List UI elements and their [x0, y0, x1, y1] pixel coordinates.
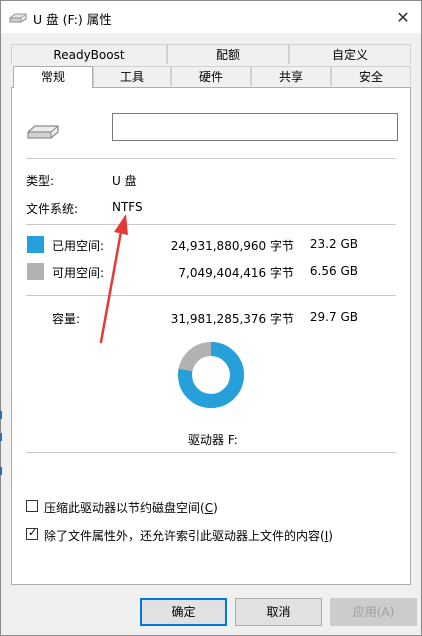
window-title: U 盘 (F:) 属性: [33, 12, 112, 27]
tab-customize[interactable]: 自定义: [289, 44, 411, 64]
separator: [26, 158, 396, 159]
tab-quota[interactable]: 配额: [167, 44, 289, 64]
drive-caption: 驱动器 F:: [188, 433, 238, 447]
free-space-bytes: 7,049,404,416 字节: [178, 266, 294, 280]
compress-checkbox[interactable]: [26, 500, 38, 512]
tab-general[interactable]: 常规: [13, 66, 93, 88]
apply-button[interactable]: 应用(A): [330, 598, 417, 626]
separator: [26, 295, 396, 296]
general-tab-panel: 类型: U 盘 文件系统: NTFS 已用空间: 24,931,880,960 …: [11, 87, 411, 585]
index-label[interactable]: 除了文件属性外，还允许索引此驱动器上文件的内容(I): [44, 527, 333, 544]
free-space-size: 6.56 GB: [309, 264, 358, 278]
free-space-label: 可用空间:: [52, 266, 105, 280]
filesystem-value: NTFS: [112, 200, 143, 214]
used-space-size: 23.2 GB: [309, 237, 358, 251]
cancel-button[interactable]: 取消: [235, 598, 322, 626]
disk-usage-donut: [178, 342, 244, 408]
filesystem-label: 文件系统:: [26, 202, 79, 216]
tab-readyboost[interactable]: ReadyBoost: [11, 44, 167, 64]
background-window-edge: [0, 433, 2, 441]
tab-sharing[interactable]: 共享: [251, 66, 331, 86]
close-icon: ✕: [396, 7, 410, 27]
background-window-edge: [0, 467, 2, 475]
properties-window: U 盘 (F:) 属性 ✕ ReadyBoost 配额 自定义 常规 工具 硬件…: [0, 0, 422, 636]
index-checkbox[interactable]: ✓: [26, 526, 38, 540]
capacity-bytes: 31,981,285,376 字节: [170, 312, 294, 326]
used-space-swatch: [27, 236, 44, 253]
type-value: U 盘: [112, 174, 137, 188]
tab-hardware[interactable]: 硬件: [171, 66, 251, 86]
free-space-swatch: [27, 263, 44, 280]
usb-drive-icon: [27, 125, 59, 139]
tab-tools[interactable]: 工具: [93, 66, 171, 86]
separator: [26, 224, 396, 225]
used-space-label: 已用空间:: [52, 239, 105, 253]
checkmark-icon: ✓: [28, 526, 38, 539]
background-window-edge: [0, 411, 2, 419]
compress-label[interactable]: 压缩此驱动器以节约磁盘空间(C): [44, 499, 218, 516]
close-button[interactable]: ✕: [391, 5, 415, 29]
ok-button[interactable]: 确定: [140, 598, 227, 626]
title-bar: U 盘 (F:) 属性 ✕: [1, 1, 421, 33]
capacity-size: 29.7 GB: [309, 310, 358, 324]
capacity-label: 容量:: [52, 312, 81, 326]
drive-name-input[interactable]: [112, 113, 398, 141]
type-label: 类型:: [26, 174, 55, 188]
usb-drive-icon: [9, 13, 27, 23]
separator: [26, 452, 396, 453]
tab-security[interactable]: 安全: [331, 66, 411, 86]
used-space-bytes: 24,931,880,960 字节: [170, 239, 294, 253]
